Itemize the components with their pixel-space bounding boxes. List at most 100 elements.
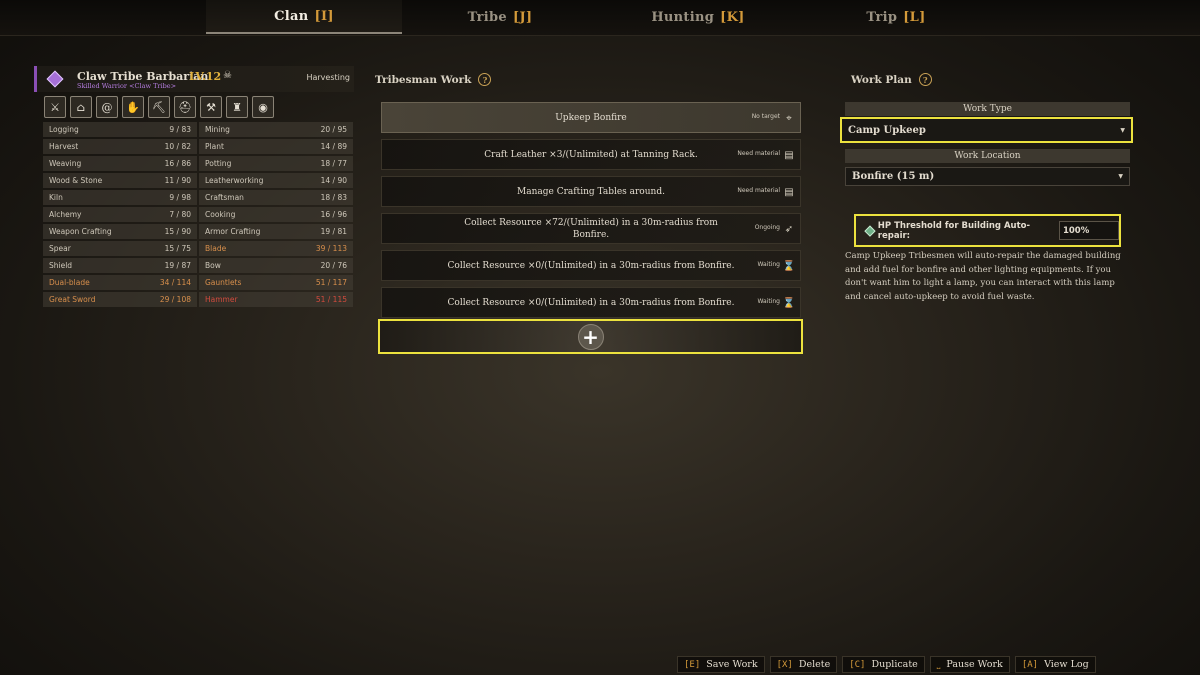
rarity-gem-icon (46, 70, 64, 88)
work-location-select[interactable]: Bonfire (15 m) ▼ (845, 167, 1130, 186)
tab-hunting[interactable]: Hunting [K] (600, 0, 796, 34)
eye-icon[interactable]: ◉ (252, 96, 274, 118)
chevron-down-icon: ▼ (1118, 173, 1123, 180)
stat-weaving: Weaving 16 / 86 (43, 156, 197, 171)
tab-trip[interactable]: Trip [L] (798, 0, 994, 34)
tab-tribe[interactable]: Tribe [J] (402, 0, 598, 34)
skill-stat-grid: Logging 9 / 83 Mining 20 / 95 Harvest 10 / … (43, 122, 354, 309)
stat-row: Dual-blade 34 / 114 Gauntlets 51 / 117 (43, 275, 354, 290)
character-status: Harvesting (306, 73, 350, 82)
hotkey-label: [C] (849, 659, 866, 670)
sword-shield-icon[interactable]: ⚔ (44, 96, 66, 118)
stat-wood-stone: Wood & Stone 11 / 90 (43, 173, 197, 188)
bell-icon[interactable]: ♜ (226, 96, 248, 118)
pause-work-button[interactable]: ⎵ Pause Work (929, 656, 1010, 673)
tab-hotkey: [J] (513, 9, 533, 25)
tab-clan[interactable]: Clan [I] (206, 0, 402, 34)
hourglass-icon: ⌛ (782, 297, 796, 309)
hotkey-label: [E] (684, 659, 701, 670)
stat-hammer: Hammer 51 / 115 (199, 292, 353, 307)
tab-hotkey: [K] (720, 9, 745, 25)
spiral-icon[interactable]: @ (96, 96, 118, 118)
save-work-button[interactable]: [E] Save Work (677, 656, 765, 673)
work-plan-description: Camp Upkeep Tribesmen will auto-repair t… (845, 251, 1121, 302)
action-bar: [E] Save Work [X] Delete [C] Duplicate ⎵… (677, 656, 1096, 673)
work-item-text: Collect Resource ×0/(Unlimited) in a 30m… (447, 260, 735, 271)
tab-label: Tribe (467, 9, 508, 25)
work-item-text: Collect Resource ×0/(Unlimited) in a 30m… (447, 297, 735, 308)
button-label: Duplicate (871, 659, 918, 670)
tab-label: Hunting (651, 9, 715, 25)
tab-hotkey: [L] (903, 9, 926, 25)
anvil-icon[interactable]: ⚒ (200, 96, 222, 118)
work-list: Upkeep Bonfire No target ⌖ Craft Leather… (381, 102, 801, 324)
target-icon: ⌖ (786, 112, 792, 124)
work-item-status: Waiting (757, 261, 780, 268)
stat-harvest: Harvest 10 / 82 (43, 139, 197, 154)
hp-threshold-label: HP Threshold for Building Auto-repair: (877, 220, 1031, 241)
stat-potting: Potting 18 / 77 (199, 156, 353, 171)
work-item-text: Manage Crafting Tables around. (517, 186, 665, 197)
stat-row: Great Sword 29 / 108 Hammer 51 / 115 (43, 292, 354, 307)
button-label: Pause Work (946, 659, 1003, 670)
stat-bow: Bow 20 / 76 (199, 258, 353, 273)
material-icon: ▤ (784, 149, 794, 161)
view-log-button[interactable]: [A] View Log (1014, 656, 1096, 673)
delete-button[interactable]: [X] Delete (769, 656, 838, 673)
work-item-status: Ongoing (754, 224, 780, 231)
work-item-status: No target (751, 113, 780, 120)
work-item[interactable]: Collect Resource ×72/(Unlimited) in a 30… (381, 213, 801, 244)
hourglass-icon: ⌛ (782, 260, 796, 272)
hotkey-label: ⎵ (936, 659, 941, 670)
stat-armor-crafting: Armor Crafting 19 / 81 (199, 224, 353, 239)
button-label: View Log (1044, 659, 1089, 670)
stat-shield: Shield 19 / 87 (43, 258, 197, 273)
work-item[interactable]: Manage Crafting Tables around. Need mate… (381, 176, 801, 207)
button-label: Delete (798, 659, 831, 670)
work-item[interactable]: Upkeep Bonfire No target ⌖ (381, 102, 801, 133)
help-icon[interactable]: ? (918, 73, 932, 86)
stat-row: Shield 19 / 87 Bow 20 / 76 (43, 258, 354, 273)
tab-label: Clan (274, 8, 309, 24)
work-item-text: Upkeep Bonfire (555, 112, 627, 123)
work-item-status: Need material (737, 187, 780, 194)
hotkey-label: [A] (1021, 659, 1039, 670)
section-title-text: Tribesman Work (375, 73, 472, 86)
skill-icon-row: ⚔ ⌂ @ ✋ ⛏ ⛑ ⚒ ♜ ◉ (44, 96, 274, 118)
stat-blade: Blade 39 / 113 (199, 241, 353, 256)
chevron-down-icon: ▼ (1120, 126, 1125, 134)
helmet-icon[interactable]: ⛑ (174, 96, 196, 118)
work-item-text: Collect Resource ×72/(Unlimited) in a 30… (464, 217, 718, 240)
character-header[interactable]: Claw Tribe Barbarian LV.12 ☠ Skilled War… (34, 66, 354, 92)
stat-row: Harvest 10 / 82 Plant 14 / 89 (43, 139, 354, 154)
work-item[interactable]: Collect Resource ×0/(Unlimited) in a 30m… (381, 287, 801, 318)
stat-great-sword: Great Sword 29 / 108 (43, 292, 197, 307)
pickaxe-icon[interactable]: ⛏ (148, 96, 170, 118)
tab-hotkey: [I] (314, 8, 334, 24)
work-item[interactable]: Craft Leather ×3/(Unlimited) at Tanning … (381, 139, 801, 170)
add-work-button[interactable]: + (378, 319, 803, 354)
stat-alchemy: Alchemy 7 / 80 (43, 207, 197, 222)
stat-leatherworking: Leatherworking 14 / 90 (199, 173, 353, 188)
work-location-value: Bonfire (15 m) (852, 171, 935, 182)
help-icon[interactable]: ? (478, 73, 492, 86)
duplicate-button[interactable]: [C] Duplicate (842, 656, 925, 673)
stat-dual-blade: Dual-blade 34 / 114 (43, 275, 197, 290)
stat-gauntlets: Gauntlets 51 / 117 (199, 275, 353, 290)
work-type-select[interactable]: Camp Upkeep ▼ (840, 117, 1133, 143)
boot-icon[interactable]: ⌂ (70, 96, 92, 118)
work-item-text: Craft Leather ×3/(Unlimited) at Tanning … (484, 149, 698, 160)
tab-label: Trip (866, 9, 898, 25)
plus-icon: + (577, 323, 604, 350)
stat-row: Spear 15 / 75 Blade 39 / 113 (43, 241, 354, 256)
stat-logging: Logging 9 / 83 (43, 122, 197, 137)
hp-threshold-input[interactable]: 100% (1058, 221, 1119, 240)
spiral-hand-icon[interactable]: ✋ (122, 96, 144, 118)
stat-mining: Mining 20 / 95 (199, 122, 353, 137)
stat-row: Logging 9 / 83 Mining 20 / 95 (43, 122, 354, 137)
work-type-label: Work Type (845, 102, 1130, 116)
work-item[interactable]: Collect Resource ×0/(Unlimited) in a 30m… (381, 250, 801, 281)
stat-plant: Plant 14 / 89 (199, 139, 353, 154)
work-type-value: Camp Upkeep (848, 124, 926, 136)
work-plan-title: Work Plan ? (851, 73, 932, 86)
